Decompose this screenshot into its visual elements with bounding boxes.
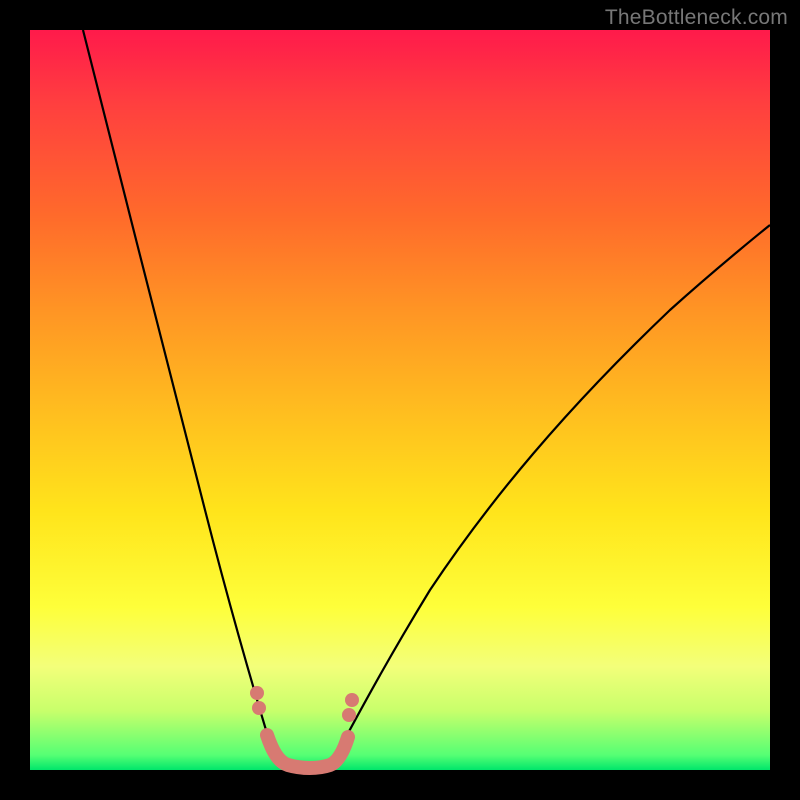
plot-area (30, 30, 770, 770)
curve-left-branch (83, 30, 278, 766)
bottleneck-curve-svg (30, 30, 770, 770)
trough-markers (250, 686, 359, 768)
curve-right-branch (330, 225, 770, 766)
watermark-label: TheBottleneck.com (605, 6, 788, 30)
chart-frame: TheBottleneck.com (0, 0, 800, 800)
